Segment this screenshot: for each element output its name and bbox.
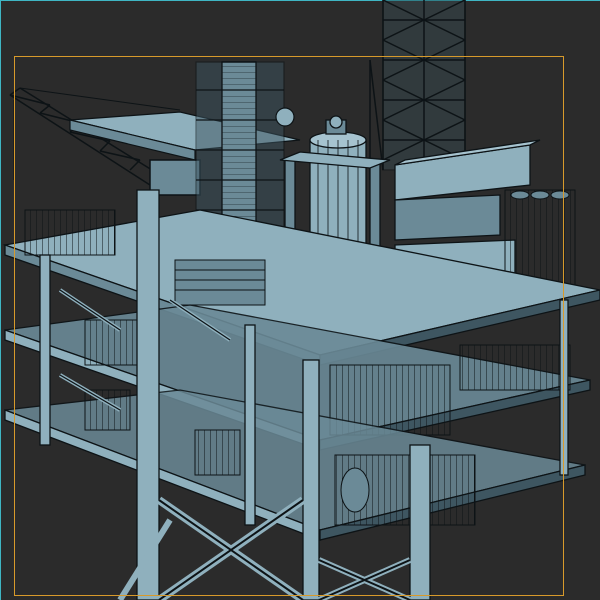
3d-viewport[interactable] (0, 0, 600, 600)
right-tank-cluster (504, 189, 576, 286)
offshore-platform-model[interactable] (0, 0, 600, 600)
